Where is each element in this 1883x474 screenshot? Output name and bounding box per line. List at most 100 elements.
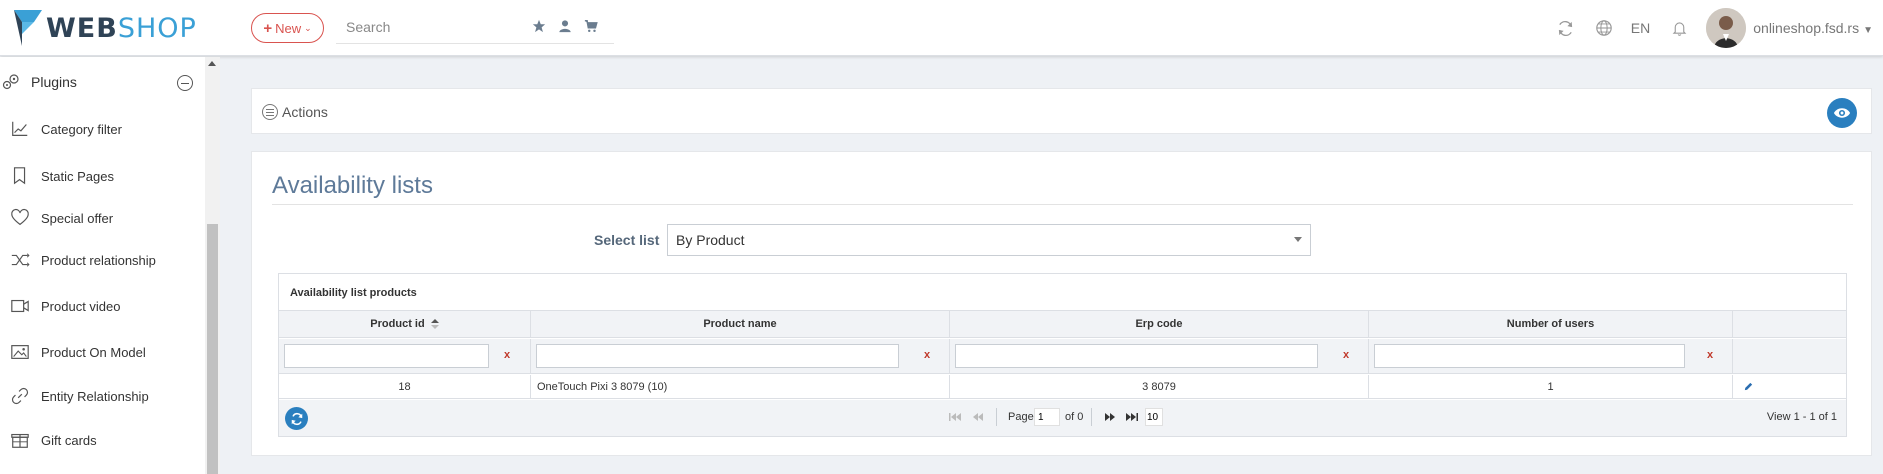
video-icon — [9, 295, 31, 317]
actions-bar: Actions — [251, 88, 1872, 134]
clear-filter-button[interactable]: x — [924, 349, 930, 361]
cell-erp-code: 3 8079 — [950, 375, 1369, 399]
sidebar-item-product-on-model[interactable]: Product On Model — [0, 336, 205, 368]
gift-icon — [9, 429, 31, 451]
column-header-number-of-users[interactable]: Number of users — [1369, 311, 1733, 338]
sidebar-section-plugins[interactable]: Plugins — [0, 67, 205, 97]
sidebar: Plugins Category filter Static Pages Spe… — [0, 57, 220, 474]
scroll-up-icon[interactable] — [208, 61, 216, 66]
collapse-icon[interactable] — [177, 75, 193, 91]
availability-grid: Availability list products Product id Pr… — [278, 273, 1847, 437]
search-bar — [336, 12, 614, 44]
cart-icon[interactable] — [584, 19, 600, 35]
refresh-icon — [291, 412, 302, 425]
filter-cell-number-of-users: x — [1369, 339, 1733, 374]
filter-cell-erp-code: x — [950, 339, 1369, 374]
actions-button[interactable]: Actions — [282, 104, 328, 120]
clear-filter-button[interactable]: x — [1707, 349, 1713, 361]
plus-icon: + — [263, 19, 273, 37]
edit-pencil-icon[interactable] — [1743, 381, 1754, 392]
rows-per-page-input[interactable] — [1145, 408, 1163, 426]
new-button[interactable]: + New ⌄ — [251, 13, 324, 43]
filter-cell-product-id: x — [279, 339, 531, 374]
column-header-product-id[interactable]: Product id — [279, 311, 531, 338]
clear-filter-button[interactable]: x — [504, 349, 510, 361]
language-selector[interactable]: EN — [1631, 20, 1650, 36]
cell-actions — [1733, 375, 1846, 399]
select-list-value: By Product — [676, 232, 745, 248]
filter-input-product-id[interactable] — [284, 344, 489, 368]
refresh-icon[interactable] — [1555, 17, 1577, 39]
bell-icon[interactable] — [1668, 17, 1690, 39]
sidebar-item-label: Product relationship — [41, 252, 156, 268]
reload-grid-button[interactable] — [285, 407, 308, 430]
header-tools: EN onlineshop.fsd.rs ▼ — [1555, 0, 1883, 56]
title-divider — [272, 204, 1853, 205]
column-header-actions — [1733, 311, 1846, 338]
search-input[interactable] — [336, 12, 526, 42]
grid-caption: Availability list products — [279, 274, 1846, 311]
top-bar: WEBSHOP +New⌄ EN — [0, 0, 1883, 56]
clear-filter-button[interactable]: x — [1343, 349, 1349, 361]
shuffle-icon — [9, 249, 31, 271]
sidebar-item-label: Special offer — [41, 210, 114, 226]
sidebar-item-special-offer[interactable]: Special offer — [0, 202, 205, 234]
star-icon[interactable] — [532, 19, 548, 35]
sidebar-item-label: Product On Model — [41, 344, 146, 360]
user-menu[interactable]: onlineshop.fsd.rs ▼ — [1753, 20, 1873, 36]
logo[interactable]: WEBSHOP — [12, 8, 197, 48]
user-icon[interactable] — [558, 19, 574, 35]
sidebar-item-gift-cards[interactable]: Gift cards — [0, 424, 205, 456]
filter-input-product-name[interactable] — [536, 344, 899, 368]
select-list-dropdown[interactable]: By Product — [667, 224, 1311, 256]
cell-product-name: OneTouch Pixi 3 8079 (10) — [531, 375, 950, 399]
link-icon — [9, 385, 31, 407]
sidebar-item-static-pages[interactable]: Static Pages — [0, 160, 205, 192]
pager: Page of 0 View 1 - 1 of 1 — [279, 400, 1846, 436]
chevron-down-icon: ⌄ — [304, 22, 312, 33]
logo-text: WEBSHOP — [46, 12, 197, 44]
cell-number-of-users: 1 — [1369, 375, 1733, 399]
first-page-icon[interactable] — [948, 411, 962, 423]
next-page-icon[interactable] — [1103, 411, 1117, 423]
sidebar-item-category-filter[interactable]: Category filter — [0, 113, 205, 145]
cell-product-id: 18 — [279, 375, 531, 399]
dropdown-arrow-icon — [1294, 237, 1302, 242]
page-count-label: of 0 — [1065, 411, 1084, 423]
column-header-product-name[interactable]: Product name — [531, 311, 950, 338]
bookmark-icon — [9, 165, 31, 187]
prev-page-icon[interactable] — [971, 411, 985, 423]
records-info: View 1 - 1 of 1 — [1766, 411, 1837, 423]
filter-input-erp-code[interactable] — [955, 344, 1318, 368]
avatar[interactable] — [1706, 8, 1747, 48]
pager-separator — [996, 408, 997, 426]
last-page-icon[interactable] — [1125, 411, 1139, 423]
sidebar-scrollbar[interactable] — [205, 57, 220, 474]
sidebar-item-label: Entity Relationship — [41, 388, 149, 404]
sidebar-section-label: Plugins — [31, 74, 77, 90]
new-button-label: New — [275, 20, 302, 36]
page-number-input[interactable] — [1034, 408, 1060, 426]
scroll-thumb[interactable] — [207, 224, 218, 474]
eye-button[interactable] — [1827, 98, 1857, 128]
chart-icon — [9, 118, 31, 140]
filter-cell-actions — [1733, 339, 1846, 374]
page-label: Page — [1008, 411, 1034, 423]
pager-separator — [1091, 408, 1092, 426]
sidebar-item-label: Product video — [41, 298, 121, 314]
logo-mark-icon — [14, 10, 42, 46]
list-circle-icon[interactable] — [262, 104, 278, 120]
image-icon — [9, 341, 31, 363]
select-list-label: Select list — [594, 232, 660, 248]
column-header-erp-code[interactable]: Erp code — [950, 311, 1369, 338]
sidebar-item-label: Gift cards — [41, 432, 97, 448]
sidebar-item-entity-relationship[interactable]: Entity Relationship — [0, 380, 205, 412]
sort-icon[interactable] — [430, 319, 439, 329]
plugin-icon — [2, 74, 19, 90]
eye-icon — [1833, 108, 1851, 118]
sidebar-item-product-video[interactable]: Product video — [0, 290, 205, 322]
sidebar-item-product-relationship[interactable]: Product relationship — [0, 244, 205, 276]
sidebar-item-label: Static Pages — [41, 168, 114, 184]
globe-icon[interactable] — [1593, 17, 1615, 39]
filter-input-number-of-users[interactable] — [1374, 344, 1685, 368]
